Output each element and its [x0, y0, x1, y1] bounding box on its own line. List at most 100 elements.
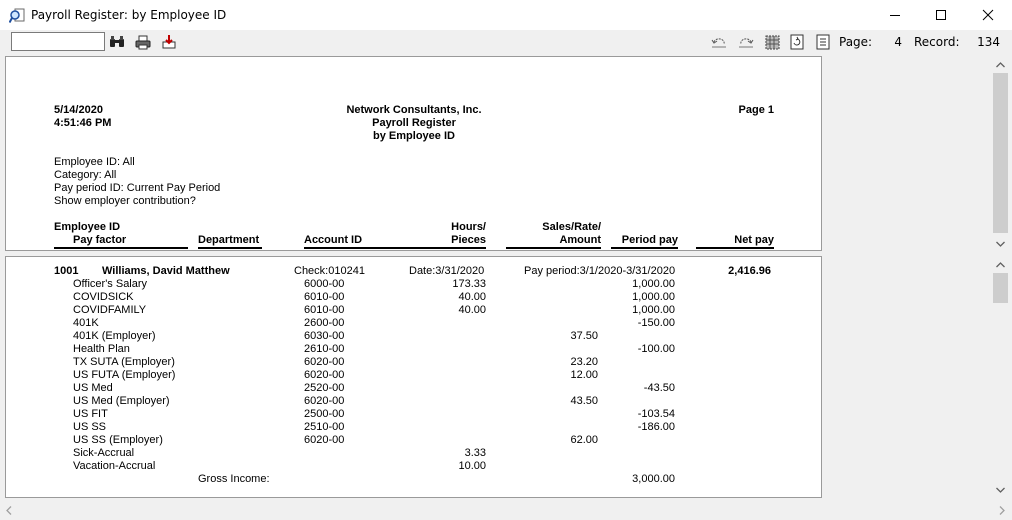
pay-factor-cell: US SS (Employer): [73, 434, 163, 446]
scroll-right-icon[interactable]: [993, 502, 1010, 519]
page-label: Page:: [839, 35, 873, 49]
period-pay-cell: -100.00: [637, 343, 675, 355]
filter-pay-period: Pay period ID: Current Pay Period: [54, 182, 221, 194]
period-pay-cell: -150.00: [637, 317, 675, 329]
scroll-down-icon[interactable]: [992, 235, 1009, 252]
header-underline: [506, 247, 601, 249]
col-pay-factor: Pay factor: [73, 234, 127, 246]
header-underline: [198, 247, 262, 249]
header-scrollbar[interactable]: [992, 56, 1009, 252]
header-underline: [611, 247, 678, 249]
scroll-left-icon[interactable]: [0, 502, 17, 519]
maximize-button[interactable]: [918, 0, 964, 30]
record-number: 134: [977, 35, 1000, 49]
horizontal-scrollbar[interactable]: [0, 500, 1012, 520]
account-id-cell: 2610-00: [304, 343, 345, 355]
amount-cell: 37.50: [570, 330, 598, 342]
close-button[interactable]: [965, 0, 1011, 30]
account-id-cell: 6030-00: [304, 330, 345, 342]
col-hours-bottom: Pieces: [451, 234, 486, 246]
period-pay-cell: -186.00: [637, 421, 675, 433]
pay-factor-cell: 401K: [73, 317, 99, 329]
pay-factor-cell: Sick-Accrual: [73, 447, 135, 459]
detail-scrollbar[interactable]: [992, 256, 1009, 500]
pay-factor-cell: US FIT: [73, 408, 108, 420]
report-title: Payroll Register: [372, 117, 456, 129]
col-net-pay: Net pay: [734, 234, 774, 246]
report-time: 4:51:46 PM: [54, 117, 112, 129]
page-setup-icon[interactable]: [814, 33, 832, 51]
period-pay-cell: 1,000.00: [632, 291, 675, 303]
header-underline: [304, 247, 486, 249]
report-page: Page 1: [738, 104, 774, 116]
col-account-id: Account ID: [304, 234, 363, 246]
net-pay-value: 2,416.96: [728, 265, 771, 277]
scroll-thumb[interactable]: [993, 273, 1008, 303]
binoculars-icon[interactable]: [108, 33, 126, 51]
title-bar: Payroll Register: by Employee ID: [0, 0, 1012, 30]
scroll-thumb[interactable]: [993, 73, 1008, 233]
magnifier-report-icon: [8, 8, 25, 24]
account-id-cell: 2520-00: [304, 382, 345, 394]
period-pay-cell: -103.54: [637, 408, 675, 420]
scroll-up-icon[interactable]: [992, 56, 1009, 73]
col-employee-id: Employee ID: [54, 221, 121, 233]
scroll-down-icon[interactable]: [992, 485, 1009, 496]
pay-factor-cell: US FUTA (Employer): [73, 369, 176, 381]
company-name: Network Consultants, Inc.: [346, 104, 482, 116]
hours-cell: 40.00: [458, 304, 486, 316]
minimize-button[interactable]: [872, 0, 918, 30]
col-hours-top: Hours/: [451, 221, 486, 233]
redo-icon[interactable]: [737, 33, 755, 51]
employee-id: 1001: [54, 265, 79, 277]
grid-select-icon[interactable]: [763, 33, 781, 51]
filter-employer-contribution: Show employer contribution?: [54, 195, 196, 207]
account-id-cell: 2500-00: [304, 408, 345, 420]
col-department: Department: [198, 234, 260, 246]
gross-income-label: Gross Income:: [198, 473, 270, 485]
printer-icon[interactable]: [134, 33, 152, 51]
amount-cell: 62.00: [570, 434, 598, 446]
amount-cell: 43.50: [570, 395, 598, 407]
account-id-cell: 6020-00: [304, 369, 345, 381]
scroll-up-icon[interactable]: [992, 256, 1009, 273]
employee-name: Williams, David Matthew: [102, 265, 230, 277]
check-number: Check:010241: [294, 265, 365, 277]
period-pay-cell: -43.50: [643, 382, 675, 394]
hours-cell: 3.33: [464, 447, 486, 459]
close-icon: [982, 9, 994, 21]
pay-period: Pay period:3/1/2020-3/31/2020: [524, 265, 676, 277]
period-pay-cell: 1,000.00: [632, 278, 675, 290]
refresh-icon[interactable]: [788, 33, 806, 51]
account-id-cell: 6010-00: [304, 304, 345, 316]
pay-factor-cell: US Med (Employer): [73, 395, 170, 407]
amount-cell: 12.00: [570, 369, 598, 381]
pay-factor-cell: US Med: [73, 382, 113, 394]
account-id-cell: 2600-00: [304, 317, 345, 329]
filter-employee-id: Employee ID: All: [54, 156, 135, 168]
report-subtitle: by Employee ID: [373, 130, 455, 142]
period-pay-cell: 1,000.00: [632, 304, 675, 316]
report-detail-pane: 1001 Williams, David Matthew Check:01024…: [5, 256, 822, 498]
pay-factor-cell: Health Plan: [73, 343, 130, 355]
account-id-cell: 6020-00: [304, 434, 345, 446]
window-title: Payroll Register: by Employee ID: [31, 8, 227, 22]
col-period-pay: Period pay: [621, 234, 678, 246]
account-id-cell: 6000-00: [304, 278, 345, 290]
account-id-cell: 6020-00: [304, 395, 345, 407]
search-input[interactable]: [11, 32, 105, 51]
account-id-cell: 2510-00: [304, 421, 345, 433]
col-sales-bottom: Amount: [559, 234, 601, 246]
gross-income-value: 3,000.00: [632, 473, 675, 485]
pay-factor-cell: US SS: [73, 421, 107, 433]
undo-icon[interactable]: [710, 33, 728, 51]
page-number: 4: [894, 35, 902, 49]
pay-factor-cell: 401K (Employer): [73, 330, 156, 342]
maximize-icon: [935, 9, 947, 21]
toolbar: Page: 4 Record: 134: [0, 30, 1012, 54]
header-underline: [696, 247, 774, 249]
export-icon[interactable]: [160, 33, 178, 51]
pay-factor-cell: COVIDFAMILY: [73, 304, 147, 316]
hours-cell: 173.33: [452, 278, 486, 290]
hours-cell: 40.00: [458, 291, 486, 303]
